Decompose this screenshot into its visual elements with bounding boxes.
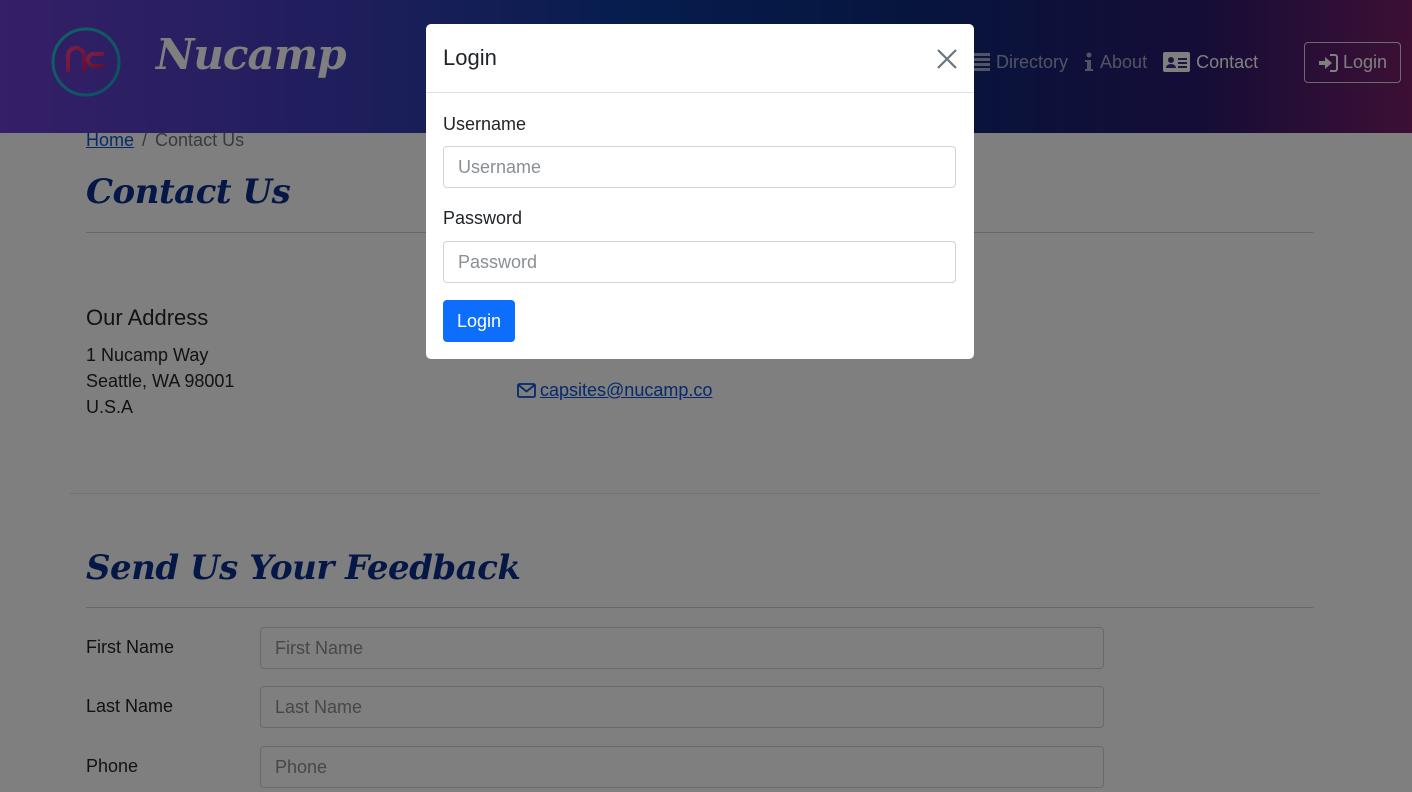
password-label: Password xyxy=(443,208,523,228)
username-input[interactable]: Username xyxy=(443,146,956,188)
username-label: Username xyxy=(443,114,527,134)
login-submit-button[interactable]: Login xyxy=(443,300,515,342)
password-input[interactable]: Password xyxy=(443,241,956,283)
login-modal: Login Username Username Password Passwor… xyxy=(426,24,974,359)
modal-header: Login xyxy=(426,24,974,93)
close-icon[interactable] xyxy=(936,48,958,70)
modal-title: Login xyxy=(443,45,497,70)
